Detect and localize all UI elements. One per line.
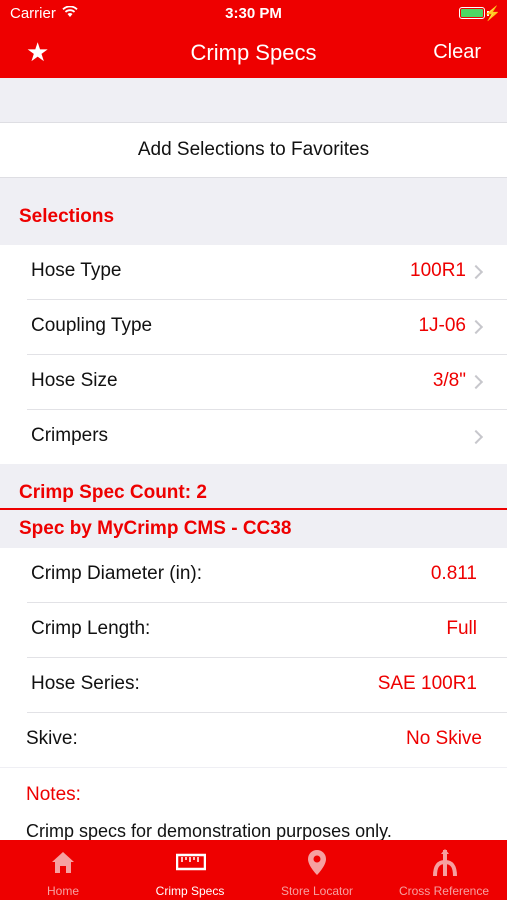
- spec-header: Spec by MyCrimp CMS - CC38: [19, 518, 292, 539]
- chevron-right-icon: [468, 429, 484, 445]
- tab-label: Store Locator: [280, 884, 354, 898]
- selections-header: Selections: [19, 206, 115, 227]
- row-value: 100R1: [410, 260, 466, 281]
- tab-label: Cross Reference: [398, 884, 490, 898]
- row-label: Crimp Length:: [31, 618, 151, 639]
- status-bar: Carrier 3:30 PM ⚡: [0, 0, 507, 28]
- clear-button[interactable]: Clear: [433, 41, 481, 64]
- row-label: Crimpers: [31, 425, 109, 446]
- status-time: 3:30 PM: [225, 5, 282, 22]
- crimp-length-row: Crimp Length: Full: [27, 603, 507, 658]
- chevron-right-icon: [468, 264, 484, 280]
- hose-type-row[interactable]: Hose Type 100R1: [27, 245, 507, 300]
- spec-details-list: Crimp Diameter (in): 0.811 Crimp Length:…: [0, 548, 507, 767]
- row-value: 0.811: [430, 563, 477, 584]
- tab-crimp-specs[interactable]: Crimp Specs: [127, 840, 253, 900]
- row-value: 1J-06: [418, 315, 466, 336]
- skive-row: Skive: No Skive: [22, 713, 507, 767]
- row-label: Hose Size: [31, 370, 118, 391]
- crimpers-row[interactable]: Crimpers: [27, 410, 507, 464]
- notes-text: Crimp specs for demonstration purposes o…: [26, 821, 392, 841]
- tab-home[interactable]: Home: [0, 840, 126, 900]
- row-label: Skive:: [26, 728, 78, 749]
- row-label: Coupling Type: [31, 315, 153, 336]
- row-label: Crimp Diameter (in):: [31, 563, 203, 584]
- section-divider: [0, 508, 507, 510]
- selections-list: Hose Type 100R1 Coupling Type 1J-06 Hose…: [0, 245, 507, 464]
- add-to-favorites-button[interactable]: Add Selections to Favorites: [0, 122, 507, 178]
- tab-label: Home: [46, 884, 79, 898]
- hose-size-row[interactable]: Hose Size 3/8": [27, 355, 507, 410]
- crimp-spec-count: Crimp Spec Count: 2: [19, 482, 207, 503]
- navigation-bar: ★ Crimp Specs Clear: [0, 28, 507, 78]
- charging-icon: ⚡: [483, 5, 501, 21]
- ruler-icon: [176, 853, 206, 871]
- home-icon: [52, 852, 74, 873]
- chevron-right-icon: [468, 319, 484, 335]
- row-value: Full: [446, 618, 477, 639]
- tab-bar: Home Crimp Specs Store Locator Cross Ref…: [0, 840, 507, 900]
- crimp-diameter-row: Crimp Diameter (in): 0.811: [27, 548, 507, 603]
- notes-title: Notes:: [26, 784, 81, 805]
- page-title: Crimp Specs: [190, 40, 317, 65]
- row-value: No Skive: [405, 728, 482, 749]
- chevron-right-icon: [468, 374, 484, 390]
- row-value: 3/8": [432, 370, 466, 391]
- row-label: Hose Series:: [31, 673, 140, 694]
- notes-section: Notes: Crimp specs for demonstration pur…: [0, 768, 507, 841]
- row-label: Hose Type: [31, 260, 122, 281]
- location-pin-icon: [308, 850, 326, 875]
- battery-icon: [459, 7, 485, 19]
- row-value: SAE 100R1: [377, 673, 477, 694]
- tab-store-locator[interactable]: Store Locator: [254, 840, 380, 900]
- tab-label: Crimp Specs: [155, 884, 225, 898]
- hose-series-row: Hose Series: SAE 100R1: [27, 658, 507, 713]
- coupling-type-row[interactable]: Coupling Type 1J-06: [27, 300, 507, 355]
- branch-icon: [433, 849, 457, 877]
- tab-cross-reference[interactable]: Cross Reference: [381, 840, 507, 900]
